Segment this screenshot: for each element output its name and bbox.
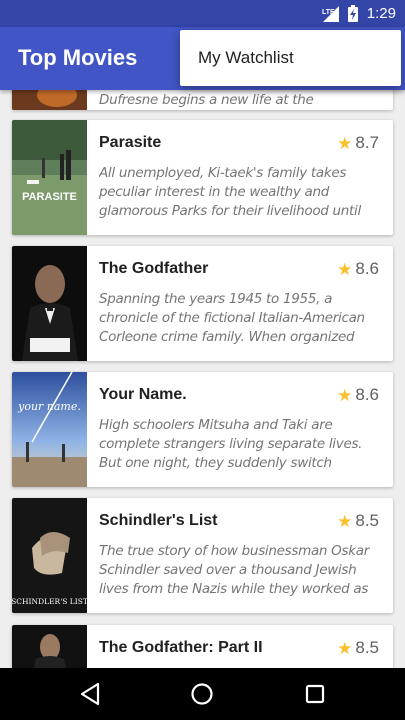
movie-rating: ★ 8.6 (337, 385, 379, 405)
movie-rating: ★ 8.5 (337, 638, 379, 658)
movie-title: Parasite (99, 134, 162, 151)
movie-title: Your Name. (99, 386, 187, 403)
svg-text:LTE: LTE (322, 9, 335, 16)
star-icon: ★ (337, 638, 353, 658)
movie-overview: High schoolers Mitsuha and Taki are comp… (99, 417, 363, 471)
star-icon: ★ (337, 511, 353, 531)
rating-value: 8.5 (355, 511, 379, 530)
navigation-bar (0, 668, 405, 720)
overflow-menu: My Watchlist (180, 30, 401, 86)
poster-text: PARASITE (22, 191, 77, 203)
rating-value: 8.7 (355, 133, 379, 152)
movie-card-the-godfather[interactable]: The Godfather ★ 8.6 Spanning the years 1… (12, 246, 393, 361)
movie-title: Schindler's List (99, 512, 218, 529)
status-icons: LTE 1:29 (321, 0, 396, 27)
movie-title: The Godfather (99, 260, 209, 277)
movie-poster (12, 90, 87, 110)
status-time: 1:29 (366, 5, 396, 22)
movie-poster (12, 625, 87, 668)
menu-item-my-watchlist[interactable]: My Watchlist (180, 30, 401, 86)
movie-title: The Godfather: Part II (99, 639, 263, 656)
poster-text: SCHINDLER'S LIST (12, 597, 87, 606)
star-icon: ★ (337, 259, 353, 279)
movie-rating: ★ 8.7 (337, 133, 379, 153)
star-icon: ★ (337, 385, 353, 405)
movie-rating: ★ 8.6 (337, 259, 379, 279)
movie-poster: PARASITE (12, 120, 87, 235)
status-bar: LTE 1:29 (0, 0, 405, 27)
movie-card-shawshank[interactable]: Dufresne begins a new life at the Shawsh… (12, 90, 393, 110)
star-icon: ★ (337, 133, 353, 153)
poster-text: your name. (17, 400, 81, 413)
rating-value: 8.6 (355, 259, 379, 278)
movie-card-the-godfather-part-ii[interactable]: The Godfather: Part II ★ 8.5 (12, 625, 393, 668)
movie-overview: Dufresne begins a new life at the Shawsh… (99, 92, 314, 108)
movie-poster: your name. (12, 372, 87, 487)
movie-card-schindlers-list[interactable]: SCHINDLER'S LIST Schindler's List ★ 8.5 … (12, 498, 393, 613)
rating-value: 8.6 (355, 385, 379, 404)
movie-poster (12, 246, 87, 361)
movie-card-parasite[interactable]: PARASITE Parasite ★ 8.7 All unemployed, … (12, 120, 393, 235)
battery-charging-icon (347, 5, 358, 22)
movie-poster: SCHINDLER'S LIST (12, 498, 87, 613)
movie-rating: ★ 8.5 (337, 511, 379, 531)
movie-overview: The true story of how businessman Oskar … (99, 543, 369, 597)
lte-signal-icon: LTE (322, 5, 339, 22)
movie-list[interactable]: Dufresne begins a new life at the Shawsh… (0, 90, 405, 668)
recents-square-icon[interactable] (301, 680, 329, 708)
back-triangle-icon[interactable] (77, 680, 105, 708)
app-title: Top Movies (18, 45, 138, 70)
home-circle-icon[interactable] (188, 680, 216, 708)
rating-value: 8.5 (355, 638, 379, 657)
movie-overview: All unemployed, Ki-taek's family takes p… (99, 165, 361, 219)
movie-overview: Spanning the years 1945 to 1955, a chron… (99, 291, 365, 345)
movie-card-your-name[interactable]: your name. Your Name. ★ 8.6 High schoole… (12, 372, 393, 487)
